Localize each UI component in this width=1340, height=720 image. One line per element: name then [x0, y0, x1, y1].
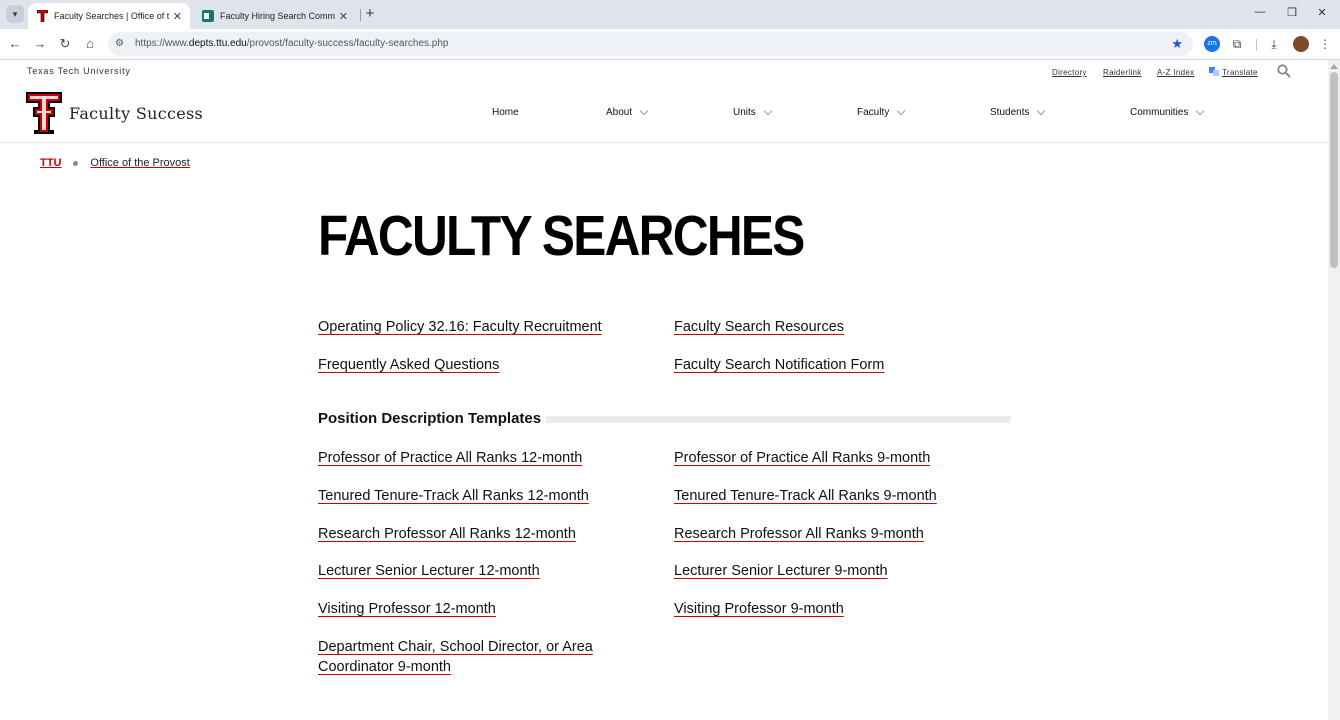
- nav-label: About: [606, 107, 633, 118]
- breadcrumb-separator: [73, 160, 79, 166]
- nav-label: Units: [733, 107, 756, 118]
- university-name[interactable]: Texas Tech University: [27, 66, 131, 76]
- template-link[interactable]: Research Professor All Ranks 9-month: [674, 524, 924, 544]
- address-bar[interactable]: ⚙ https://www.depts.ttu.edu/provost/facu…: [108, 32, 1193, 56]
- chevron-down-icon: [639, 106, 649, 115]
- template-link[interactable]: Department Chair, School Director, or Ar…: [318, 637, 618, 677]
- template-link[interactable]: Lecturer Senior Lecturer 9-month: [674, 561, 888, 581]
- scroll-thumb[interactable]: [1330, 72, 1338, 268]
- template-link[interactable]: Professor of Practice All Ranks 12-month: [318, 448, 582, 468]
- utility-link-raiderlink[interactable]: Raiderlink: [1103, 68, 1142, 77]
- nav-units[interactable]: Units: [733, 106, 773, 118]
- chevron-down-icon: [896, 106, 906, 115]
- page-title: FACULTY SEARCHES: [318, 204, 805, 268]
- tab-separator: [360, 9, 361, 21]
- template-link[interactable]: Visiting Professor 9-month: [674, 599, 844, 619]
- template-link[interactable]: Visiting Professor 12-month: [318, 599, 496, 619]
- site-header: Texas Tech University Directory Raiderli…: [0, 60, 1328, 143]
- tab-strip: ▾ Faculty Searches | Office of the Provo…: [0, 0, 1340, 29]
- menu-icon[interactable]: ⋮: [1317, 36, 1333, 52]
- url-text: https://www.depts.ttu.edu/provost/facult…: [135, 38, 449, 49]
- template-link[interactable]: Lecturer Senior Lecturer 12-month: [318, 561, 540, 581]
- utility-link-directory[interactable]: Directory: [1052, 68, 1087, 77]
- nav-label: Students: [990, 107, 1030, 118]
- breadcrumb-provost[interactable]: Office of the Provost: [90, 157, 189, 169]
- reload-icon[interactable]: ↻: [57, 36, 73, 52]
- link-notification-form[interactable]: Faculty Search Notification Form: [674, 355, 884, 375]
- extensions-icon[interactable]: ⧉: [1229, 36, 1245, 52]
- nav-about[interactable]: About: [606, 106, 649, 118]
- template-link[interactable]: Professor of Practice All Ranks 9-month: [674, 448, 930, 468]
- toolbar-separator: [1256, 39, 1257, 51]
- section-heading: Position Description Templates: [318, 410, 542, 427]
- nav-students[interactable]: Students: [990, 106, 1046, 118]
- template-link[interactable]: Research Professor All Ranks 12-month: [318, 524, 576, 544]
- link-operating-policy[interactable]: Operating Policy 32.16: Faculty Recruitm…: [318, 317, 602, 337]
- profile-avatar[interactable]: [1293, 36, 1309, 52]
- nav-communities[interactable]: Communities: [1130, 106, 1205, 118]
- utility-link-az-index[interactable]: A-Z Index: [1157, 68, 1194, 77]
- chevron-down-icon: [1196, 106, 1205, 115]
- search-icon[interactable]: [1277, 64, 1291, 78]
- restore-icon[interactable]: ❐: [1282, 6, 1302, 19]
- nav-label: Faculty: [857, 107, 890, 118]
- tab-faculty-hiring[interactable]: Faculty Hiring Search Committee ✕: [194, 3, 356, 29]
- tab-faculty-searches[interactable]: Faculty Searches | Office of the Provost…: [28, 3, 190, 29]
- chevron-down-icon: [1037, 106, 1046, 115]
- nav-label: Home: [492, 107, 519, 118]
- home-icon[interactable]: ⌂: [82, 36, 98, 52]
- web-page: Texas Tech University Directory Raiderli…: [0, 60, 1328, 720]
- breadcrumb-ttu[interactable]: TTU: [40, 157, 61, 169]
- minimize-icon[interactable]: —: [1250, 6, 1270, 18]
- nav-label: Communities: [1130, 107, 1189, 118]
- scroll-up-icon[interactable]: [1330, 64, 1338, 69]
- breadcrumb: TTU Office of the Provost: [40, 157, 190, 169]
- new-tab-icon[interactable]: +: [362, 5, 378, 23]
- translate-icon: [1209, 67, 1219, 76]
- back-icon[interactable]: ←: [7, 36, 23, 52]
- browser-toolbar: ← → ↻ ⌂ ⚙ https://www.depts.ttu.edu/prov…: [0, 29, 1340, 60]
- template-link[interactable]: Tenured Tenure-Track All Ranks 9-month: [674, 486, 937, 506]
- close-icon[interactable]: ✕: [339, 10, 348, 23]
- close-icon[interactable]: ✕: [173, 10, 182, 23]
- tab-list-icon[interactable]: ▾: [6, 5, 24, 23]
- forward-icon[interactable]: →: [32, 36, 48, 52]
- utility-link-translate[interactable]: Translate: [1222, 68, 1258, 77]
- forms-favicon-icon: [202, 10, 214, 22]
- nav-faculty[interactable]: Faculty: [857, 106, 906, 118]
- template-link[interactable]: Tenured Tenure-Track All Ranks 12-month: [318, 486, 589, 506]
- page-scrollbar[interactable]: [1328, 60, 1340, 720]
- download-icon[interactable]: ⤓: [1266, 36, 1282, 52]
- chevron-down-icon: [763, 106, 773, 115]
- heading-rule: [546, 416, 1011, 423]
- ttu-favicon-icon: [36, 10, 48, 22]
- site-title[interactable]: Faculty Success: [69, 104, 203, 123]
- site-info-icon[interactable]: ⚙: [115, 38, 127, 50]
- link-faq[interactable]: Frequently Asked Questions: [318, 355, 499, 375]
- tab-title: Faculty Searches | Office of the Provost: [54, 11, 169, 21]
- close-window-icon[interactable]: ✕: [1312, 6, 1332, 19]
- extension-zoom-icon[interactable]: zm: [1204, 36, 1220, 52]
- double-t-logo-icon[interactable]: [26, 92, 62, 134]
- link-search-resources[interactable]: Faculty Search Resources: [674, 317, 844, 337]
- nav-home[interactable]: Home: [492, 107, 519, 118]
- star-icon[interactable]: ★: [1171, 36, 1183, 52]
- tab-title: Faculty Hiring Search Committee: [220, 11, 335, 21]
